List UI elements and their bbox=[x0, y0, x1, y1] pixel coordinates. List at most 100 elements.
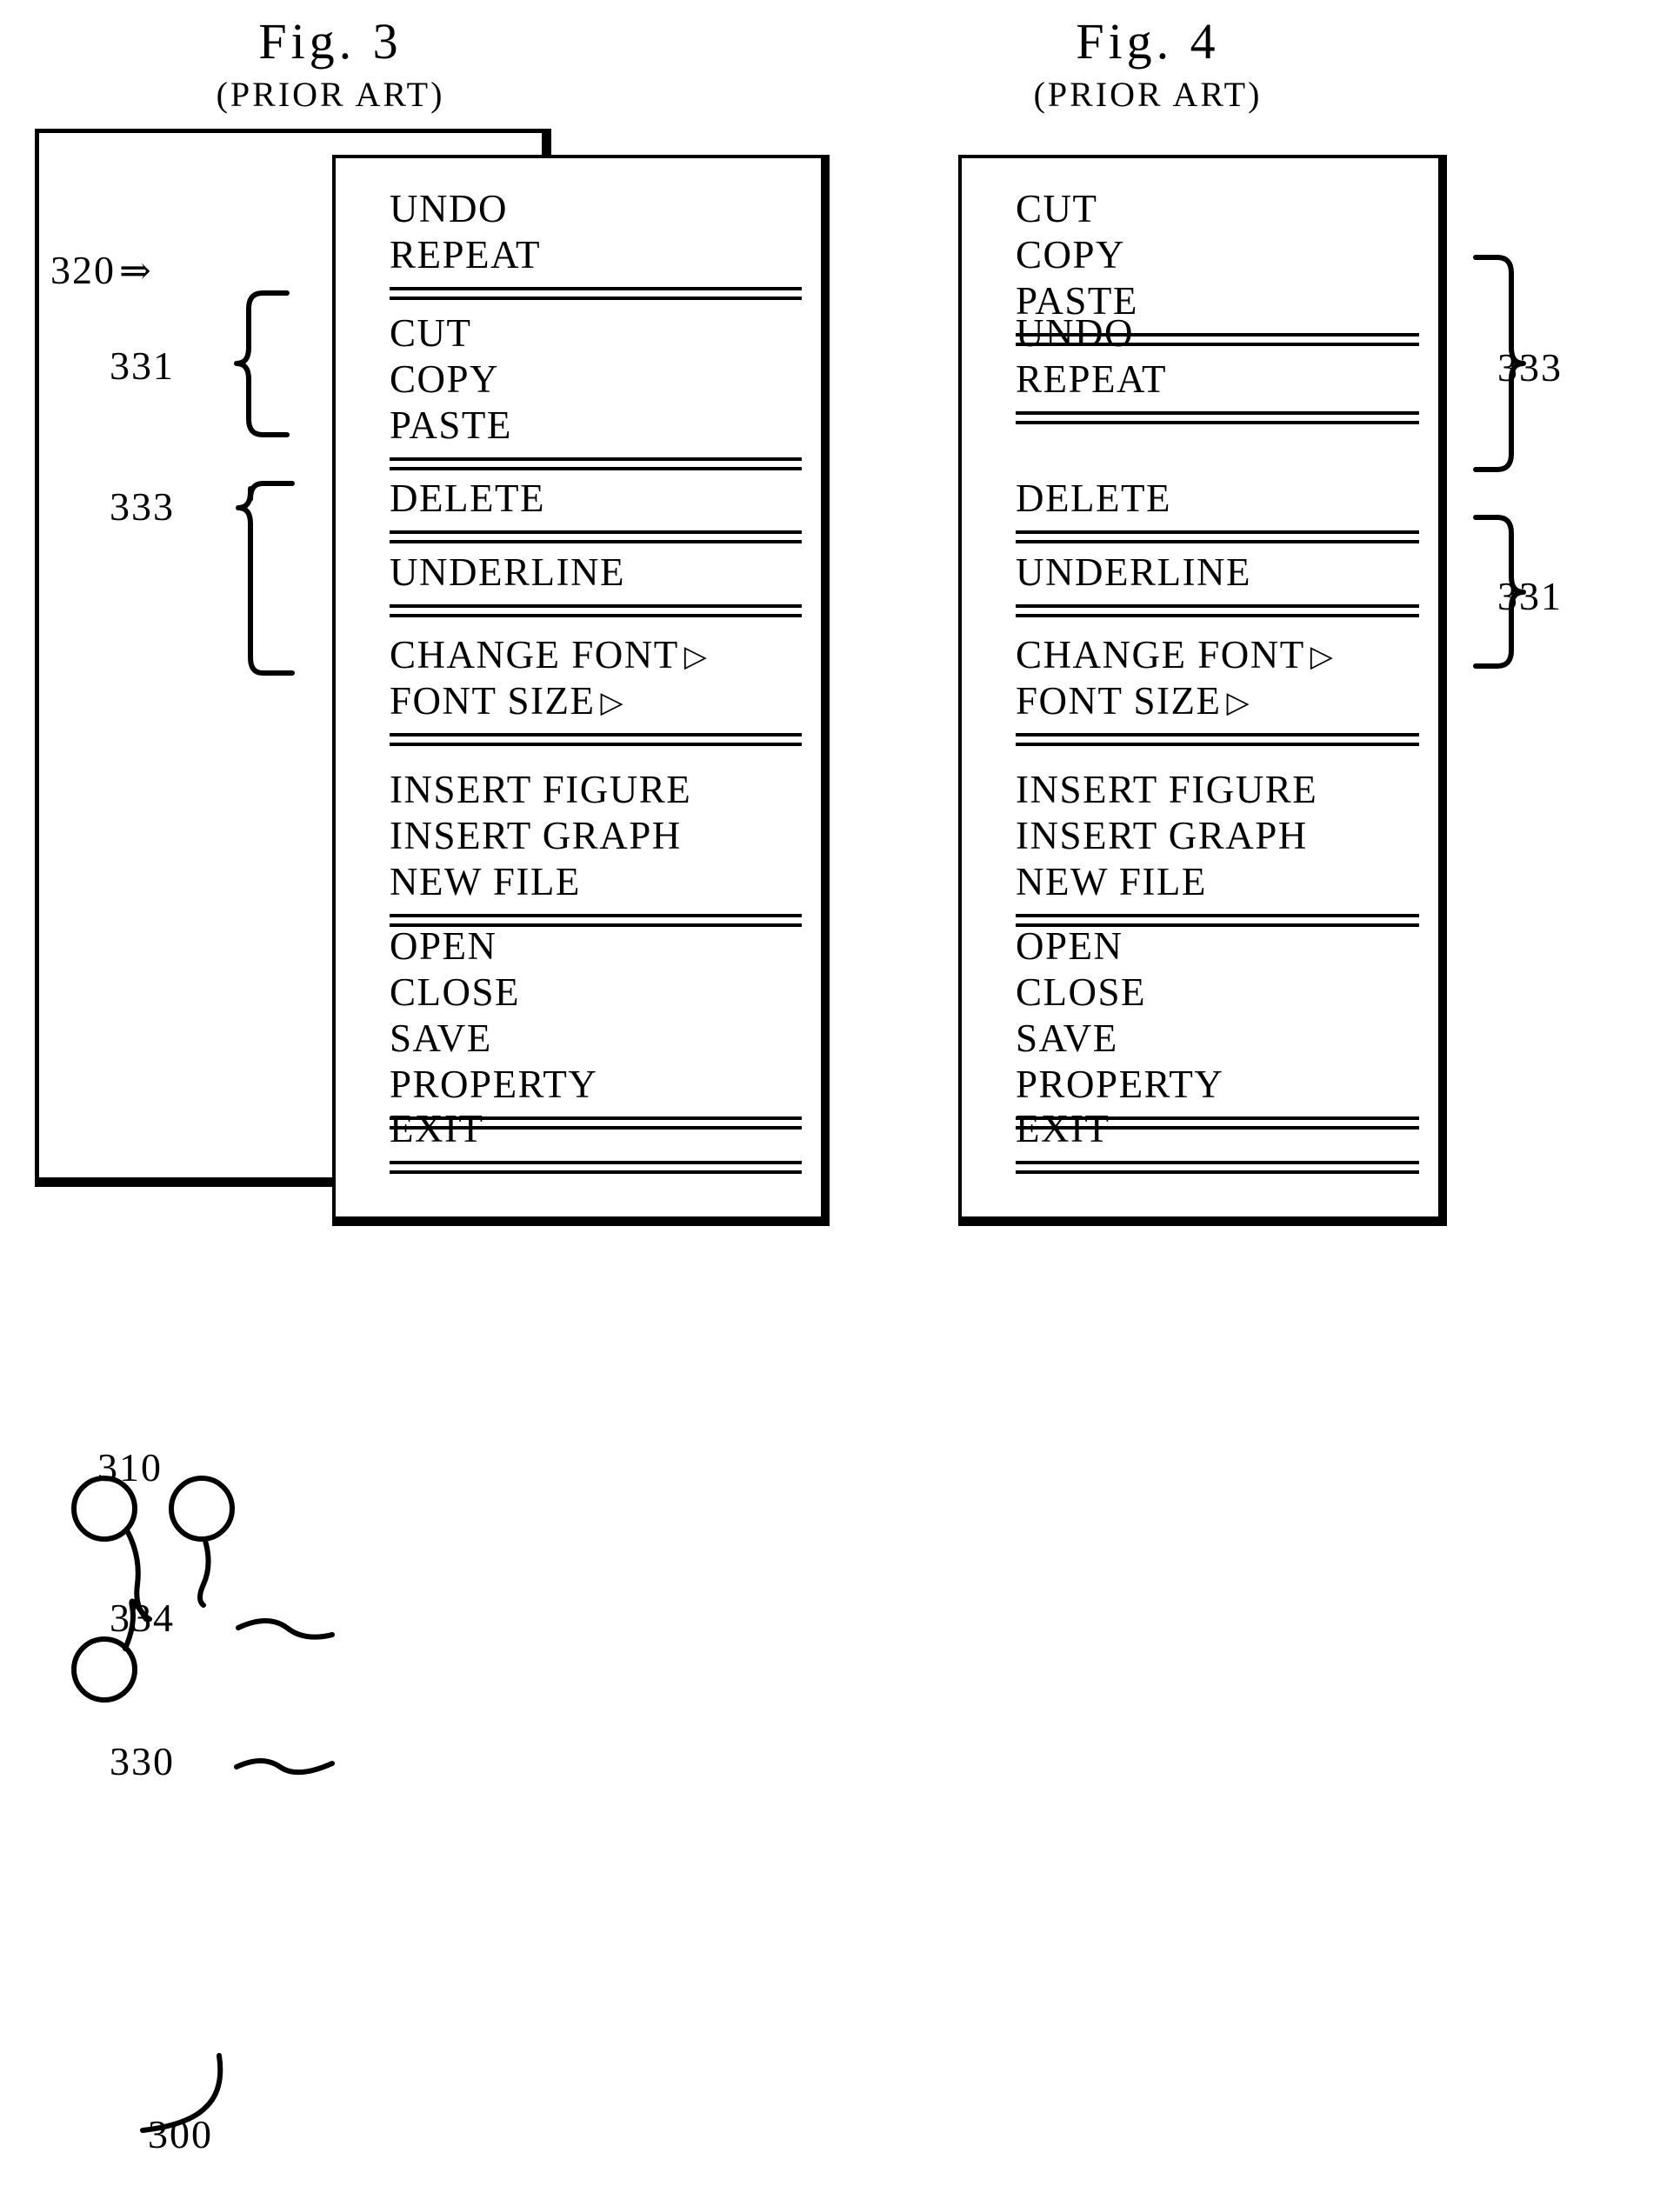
submenu-arrow-icon: ▷ bbox=[683, 641, 709, 673]
menu-item-insert-figure[interactable]: INSERT FIGURE bbox=[962, 767, 1443, 813]
menu-item-change-font[interactable]: CHANGE FONT ▷ bbox=[336, 632, 826, 678]
menu-item-exit[interactable]: EXIT bbox=[336, 1106, 826, 1152]
menu-group: INSERT FIGURE INSERT GRAPH NEW FILE bbox=[962, 767, 1443, 927]
menu-separator bbox=[390, 604, 802, 617]
patent-drawing-sheet: Fig. 3 (PRIOR ART) Fig. 4 (PRIOR ART) UN… bbox=[0, 0, 1680, 2186]
menu-item-label: COPY bbox=[1016, 233, 1126, 277]
menu-group: EXIT bbox=[962, 1106, 1443, 1174]
menu-group: UNDERLINE bbox=[336, 550, 826, 617]
menu-item-save[interactable]: SAVE bbox=[962, 1016, 1443, 1062]
menu-item-label: DELETE bbox=[390, 477, 545, 520]
menu-item-new-file[interactable]: NEW FILE bbox=[962, 859, 1443, 905]
figure-3-subtitle: (PRIOR ART) bbox=[216, 74, 445, 114]
menu-group: CHANGE FONT ▷ FONT SIZE ▷ bbox=[962, 632, 1443, 746]
separator-rule bbox=[1016, 1161, 1419, 1164]
menu-item-label: INSERT FIGURE bbox=[1016, 768, 1318, 811]
menu-separator bbox=[390, 733, 802, 746]
menu-group: OPEN CLOSE SAVE PROPERTY bbox=[336, 923, 826, 1130]
menu-separator bbox=[1016, 1161, 1419, 1174]
menu-group: DELETE bbox=[336, 476, 826, 543]
menu-item-undo[interactable]: UNDO bbox=[962, 310, 1443, 357]
menu-group: EXIT bbox=[336, 1106, 826, 1174]
reference-label-300: 300 bbox=[148, 2112, 213, 2156]
menu-item-insert-graph[interactable]: INSERT GRAPH bbox=[336, 813, 826, 859]
menu-item-label: UNDERLINE bbox=[390, 550, 625, 594]
separator-rule bbox=[1016, 604, 1419, 608]
menu-item-label: INSERT FIGURE bbox=[390, 768, 692, 811]
separator-rule bbox=[390, 530, 802, 534]
menu-item-paste[interactable]: PASTE bbox=[336, 403, 826, 449]
separator-rule bbox=[390, 540, 802, 543]
menu-item-list-fig3: UNDO REPEAT CUT COPY PASTE DELETE UNDERLINE CHA… bbox=[336, 158, 826, 1223]
menu-item-label: DELETE bbox=[1016, 477, 1171, 520]
menu-item-label: PROPERTY bbox=[390, 1063, 598, 1106]
menu-group: CHANGE FONT ▷ FONT SIZE ▷ bbox=[336, 632, 826, 746]
menu-item-label: CHANGE FONT bbox=[390, 633, 679, 676]
menu-item-open[interactable]: OPEN bbox=[336, 923, 826, 970]
menu-group: CUT COPY PASTE bbox=[336, 310, 826, 470]
separator-rule bbox=[1016, 411, 1419, 415]
menu-item-open[interactable]: OPEN bbox=[962, 923, 1443, 970]
menu-item-close[interactable]: CLOSE bbox=[336, 970, 826, 1016]
menu-item-property[interactable]: PROPERTY bbox=[336, 1062, 826, 1108]
menu-item-cut[interactable]: CUT bbox=[336, 310, 826, 357]
separator-rule bbox=[390, 743, 802, 746]
reference-label-333-fig4: 333 bbox=[1497, 345, 1563, 390]
menu-item-insert-graph[interactable]: INSERT GRAPH bbox=[962, 813, 1443, 859]
menu-item-repeat[interactable]: REPEAT bbox=[962, 357, 1443, 403]
menu-item-insert-figure[interactable]: INSERT FIGURE bbox=[336, 767, 826, 813]
menu-item-cut[interactable]: CUT bbox=[962, 186, 1443, 232]
menu-item-font-size[interactable]: FONT SIZE ▷ bbox=[962, 678, 1443, 724]
separator-rule bbox=[1016, 743, 1419, 746]
separator-rule bbox=[390, 287, 802, 290]
figure-3-title: Fig. 3 bbox=[258, 13, 403, 70]
separator-rule bbox=[1016, 421, 1419, 424]
menu-item-label: NEW FILE bbox=[390, 860, 581, 903]
menu-item-font-size[interactable]: FONT SIZE ▷ bbox=[336, 678, 826, 724]
reference-label-333-fig3: 333 bbox=[110, 484, 175, 529]
menu-group: OPEN CLOSE SAVE PROPERTY bbox=[962, 923, 1443, 1130]
figure-3-caption: Fig. 3 (PRIOR ART) bbox=[104, 13, 557, 116]
separator-rule bbox=[390, 914, 802, 917]
menu-item-label: UNDERLINE bbox=[1016, 550, 1251, 594]
menu-item-label: OPEN bbox=[1016, 924, 1123, 968]
menu-group: DELETE bbox=[962, 476, 1443, 543]
menu-separator bbox=[1016, 411, 1419, 424]
menu-item-new-file[interactable]: NEW FILE bbox=[336, 859, 826, 905]
menu-item-underline[interactable]: UNDERLINE bbox=[962, 550, 1443, 596]
menu-group: UNDO REPEAT bbox=[962, 310, 1443, 424]
menu-item-close[interactable]: CLOSE bbox=[962, 970, 1443, 1016]
separator-rule bbox=[390, 733, 802, 736]
figure-4-caption: Fig. 4 (PRIOR ART) bbox=[922, 15, 1374, 116]
menu-separator bbox=[390, 1161, 802, 1174]
submenu-arrow-icon: ▷ bbox=[1310, 641, 1335, 673]
separator-rule bbox=[390, 1161, 802, 1164]
menu-item-label: CUT bbox=[1016, 187, 1098, 230]
separator-rule bbox=[1016, 530, 1419, 534]
menu-item-label: FONT SIZE bbox=[390, 679, 596, 723]
menu-item-save[interactable]: SAVE bbox=[336, 1016, 826, 1062]
menu-item-repeat[interactable]: REPEAT bbox=[336, 232, 826, 278]
reference-label-320: 320⇒ bbox=[50, 250, 153, 290]
context-menu-fig4[interactable]: CUT COPY PASTE UNDO REPEAT DELETE UNDERLINE CHA… bbox=[958, 155, 1447, 1226]
menu-item-label: NEW FILE bbox=[1016, 860, 1207, 903]
menu-item-underline[interactable]: UNDERLINE bbox=[336, 550, 826, 596]
menu-item-copy[interactable]: COPY bbox=[336, 357, 826, 403]
menu-group: UNDERLINE bbox=[962, 550, 1443, 617]
menu-item-undo[interactable]: UNDO bbox=[336, 186, 826, 232]
menu-separator bbox=[390, 287, 802, 300]
menu-item-label: CLOSE bbox=[390, 970, 521, 1014]
menu-item-label: REPEAT bbox=[1016, 357, 1168, 401]
menu-item-delete[interactable]: DELETE bbox=[336, 476, 826, 522]
menu-item-exit[interactable]: EXIT bbox=[962, 1106, 1443, 1152]
context-menu-330[interactable]: UNDO REPEAT CUT COPY PASTE DELETE UNDERLINE CHA… bbox=[332, 155, 830, 1226]
menu-item-delete[interactable]: DELETE bbox=[962, 476, 1443, 522]
menu-item-copy[interactable]: COPY bbox=[962, 232, 1443, 278]
menu-item-property[interactable]: PROPERTY bbox=[962, 1062, 1443, 1108]
leader-310-b bbox=[197, 1538, 211, 1608]
separator-rule bbox=[390, 297, 802, 300]
cursor-circle-bottom-left bbox=[71, 1636, 137, 1703]
menu-group: UNDO REPEAT bbox=[336, 186, 826, 300]
menu-item-change-font[interactable]: CHANGE FONT ▷ bbox=[962, 632, 1443, 678]
double-arrow-icon: ⇒ bbox=[119, 250, 153, 292]
